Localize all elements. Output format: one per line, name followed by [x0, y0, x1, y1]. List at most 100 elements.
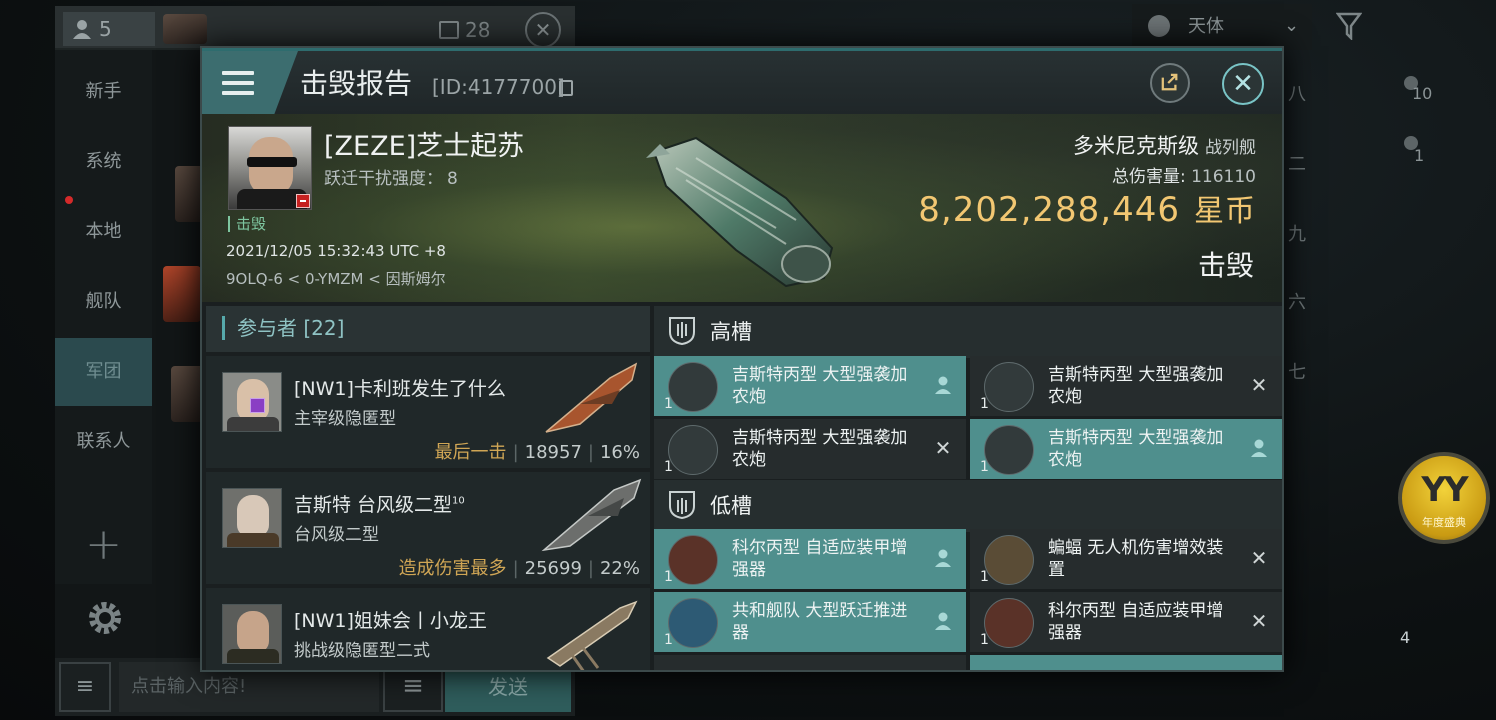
document-icon[interactable]: ≡	[59, 662, 111, 712]
chat-avatar	[163, 14, 207, 44]
event-badge[interactable]: YY 年度盛典	[1398, 452, 1490, 544]
menu-button[interactable]	[202, 51, 298, 115]
overview-count: 1	[1414, 146, 1425, 165]
game-screen: 5 军团 28 ✕ 新手 系统 本地 舰队 军团 联系人 + ≡ 点击输入内容!…	[0, 0, 1496, 720]
module-qty: 1	[664, 569, 673, 585]
dropped-icon	[1251, 439, 1267, 457]
celestial-dropdown[interactable]: 天体 ⌄	[1132, 4, 1312, 50]
participant-stats: 造成伤害最多 | 25699 | 22%	[398, 558, 640, 579]
kill-location[interactable]: 9OLQ-6 < 0-YMZM < 因斯姆尔	[226, 268, 446, 289]
participant-name-sup: 10	[452, 495, 465, 507]
participant-percent: 22%	[599, 558, 640, 579]
member-count-button[interactable]: 5	[63, 12, 155, 46]
module-item[interactable]: 1 共和舰队 大型跃迁推进器	[654, 592, 966, 652]
overview-label: 二	[1288, 154, 1306, 175]
isk-value: 8,202,288,446 星币	[918, 186, 1256, 230]
module-item[interactable]: 1 吉斯特丙型 大型强袭加农炮	[654, 356, 966, 416]
planet-icon	[1148, 15, 1170, 37]
gear-icon[interactable]	[83, 596, 127, 640]
victim-ship-image[interactable]	[636, 128, 856, 298]
nav-system[interactable]: 系统	[55, 128, 152, 196]
participant-name: 吉斯特 台风级二型10	[294, 490, 465, 517]
cannon-icon	[668, 362, 718, 412]
module-qty: 1	[980, 396, 989, 412]
module-item[interactable]: 1 吉斯特丙型 大型强袭加农炮 ✕	[970, 356, 1282, 416]
chat-channel-nav: 新手 系统 本地 舰队 军团 联系人 +	[55, 50, 152, 584]
participant-damage: 18957	[524, 442, 582, 463]
celestial-label: 天体	[1188, 16, 1224, 37]
participant-ship-image	[546, 600, 638, 670]
module-item[interactable]: 1 科尔丙型 自适应装甲增强器 ✕	[970, 592, 1282, 652]
victim-banner: [ZEZE]芝士起苏 跃迁干扰强度： 8 击毁 2021/12/05 15:32:…	[202, 114, 1282, 302]
module-qty: 1	[980, 569, 989, 585]
module-name: 科尔丙型 自适应装甲增强器	[1048, 601, 1224, 643]
hostile-standing-icon	[296, 194, 310, 208]
destroyed-icon: ✕	[1250, 546, 1268, 570]
event-badge-logo: YY	[1421, 470, 1468, 510]
chat-avatar	[163, 266, 201, 322]
nav-local[interactable]: 本地	[55, 198, 152, 266]
close-icon[interactable]: ✕	[1222, 63, 1264, 105]
online-count-value: 28	[465, 18, 491, 42]
module-item[interactable]: 1 蝙蝠 无人机伤害增效装置 ✕	[970, 529, 1282, 589]
dialog-header: 击毁报告 [ID:4177700] ✕	[202, 48, 1282, 115]
unread-dot	[65, 196, 73, 204]
filter-icon[interactable]	[1336, 12, 1362, 40]
copy-icon[interactable]	[559, 80, 573, 96]
isk-unit: 星币	[1194, 194, 1256, 229]
cannon-icon	[984, 362, 1034, 412]
module-qty: 1	[980, 459, 989, 475]
overview-label: 八	[1288, 84, 1306, 105]
participant-name: [NW1]卡利班发生了什么	[294, 378, 506, 400]
nav-newbie[interactable]: 新手	[55, 58, 152, 126]
module-item-partial[interactable]	[654, 655, 966, 670]
module-item[interactable]: 1 科尔丙型 自适应装甲增强器	[654, 529, 966, 589]
final-blow-tag: 最后一击	[434, 442, 507, 463]
participant-damage: 25699	[524, 558, 582, 579]
dropped-icon	[935, 612, 951, 630]
total-damage: 总伤害量: 116110	[1112, 162, 1256, 187]
participant-avatar[interactable]	[222, 604, 282, 664]
cannon-icon	[984, 425, 1034, 475]
overview-label: 九	[1288, 224, 1306, 245]
afterburner-icon	[668, 598, 718, 648]
participant-ship-image	[545, 362, 638, 433]
nav-fleet[interactable]: 舰队	[55, 268, 152, 336]
kill-time: 2021/12/05 15:32:43 UTC +8	[226, 242, 446, 260]
add-channel-icon[interactable]: +	[55, 520, 152, 570]
online-count[interactable]: 28	[439, 18, 490, 42]
chat-header: 5 军团 28 ✕	[55, 6, 575, 50]
module-count-badge: 4	[1400, 628, 1411, 647]
chat-close-icon[interactable]: ✕	[525, 12, 561, 48]
share-button[interactable]	[1150, 63, 1190, 103]
share-icon	[1161, 73, 1178, 91]
victim-name[interactable]: [ZEZE]芝士起苏	[324, 124, 524, 163]
participant-row[interactable]: [NW1]姐妹会丨小龙王 挑战级隐匿型二式	[206, 588, 650, 670]
ship-name[interactable]: 多米尼克斯级	[1073, 134, 1199, 158]
warp-disruption: 跃迁干扰强度： 8	[324, 164, 458, 189]
drone-damage-icon	[984, 535, 1034, 585]
module-name: 吉斯特丙型 大型强袭加农炮	[1048, 365, 1224, 407]
module-item[interactable]: 1 吉斯特丙型 大型强袭加农炮 ✕	[654, 419, 966, 479]
overview-count: 10	[1412, 84, 1433, 103]
participant-ship: 主宰级隐匿型	[294, 409, 396, 429]
module-item[interactable]: 1 吉斯特丙型 大型强袭加农炮	[970, 419, 1282, 479]
high-slot-title: 高槽	[710, 320, 752, 344]
person-icon	[73, 20, 91, 39]
participant-row[interactable]: 吉斯特 台风级二型10 台风级二型 造成伤害最多 | 25699 | 22%	[206, 472, 650, 584]
dialog-title: 击毁报告	[300, 67, 413, 100]
module-name: 吉斯特丙型 大型强袭加农炮	[732, 365, 908, 407]
module-item-partial[interactable]	[970, 655, 1282, 670]
high-slot-icon	[669, 317, 695, 346]
participant-row[interactable]: [NW1]卡利班发生了什么 主宰级隐匿型 最后一击 | 18957 | 16%	[206, 356, 650, 468]
low-slot-title: 低槽	[710, 494, 752, 518]
participant-avatar[interactable]	[222, 488, 282, 548]
nav-contacts[interactable]: 联系人	[55, 408, 152, 476]
isk-amount: 8,202,288,446	[918, 190, 1180, 230]
armor-hardener-icon	[668, 535, 718, 585]
destroyed-icon: ✕	[1250, 373, 1268, 397]
destroyed-tag: 击毁	[228, 216, 266, 232]
nav-corp[interactable]: 军团	[55, 338, 152, 406]
kill-result: 击毁	[1197, 249, 1254, 282]
total-damage-label: 总伤害量:	[1111, 167, 1186, 187]
